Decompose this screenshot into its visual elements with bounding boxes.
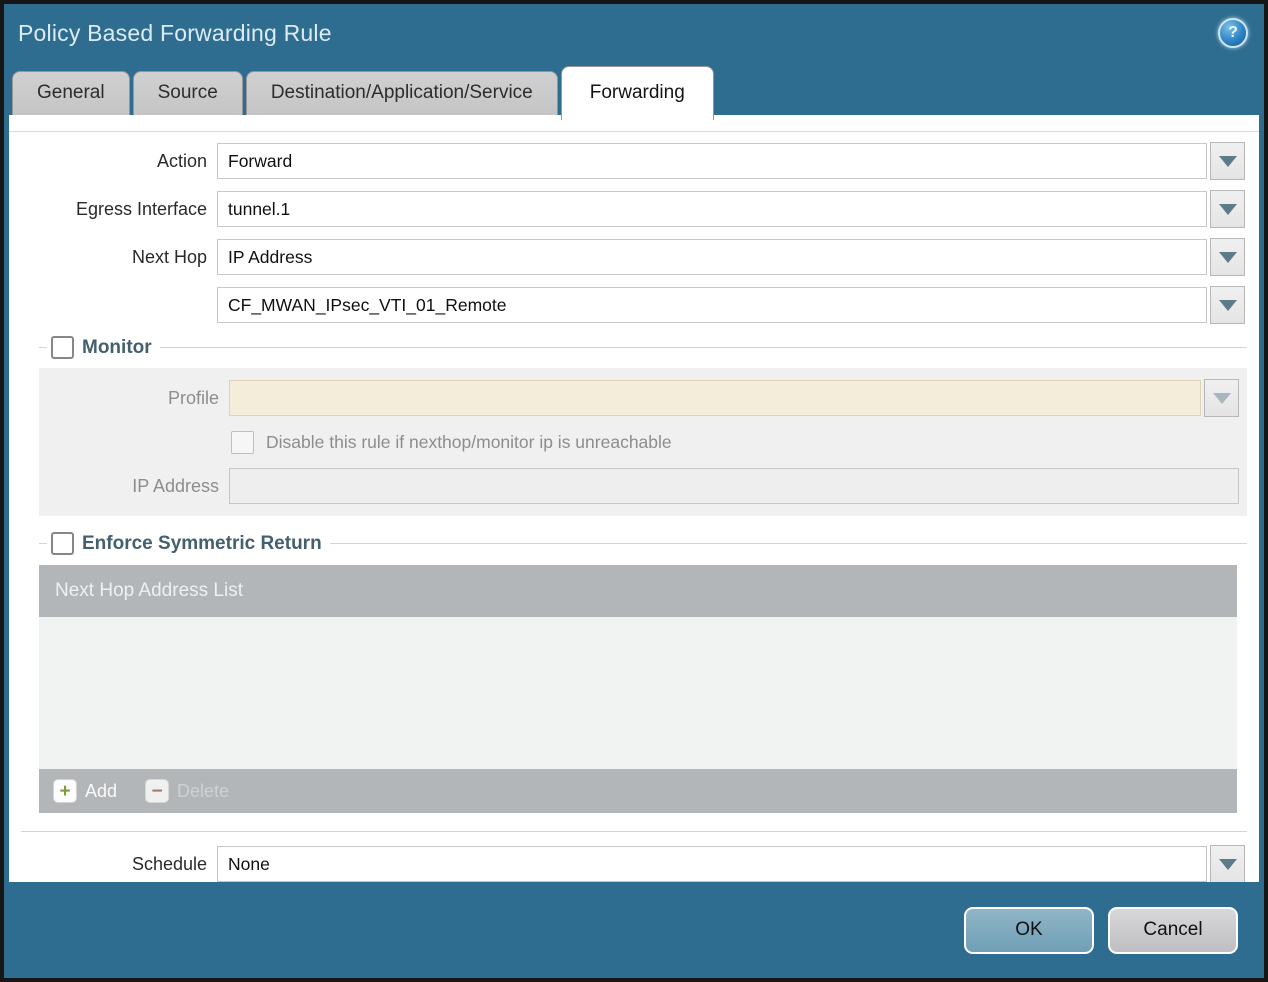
next-hop-address-list-body [39, 617, 1237, 769]
profile-label: Profile [167, 387, 219, 408]
chevron-down-icon [1218, 858, 1237, 870]
symmetric-return-fieldset: Enforce Symmetric Return Next Hop Addres… [39, 532, 1247, 813]
add-button-label: Add [85, 780, 118, 801]
schedule-label: Schedule [131, 853, 207, 874]
dialog-footer: OK Cancel [4, 882, 1264, 978]
next-hop-dropdown-button[interactable] [1210, 238, 1245, 276]
cancel-button[interactable]: Cancel [1108, 906, 1238, 954]
disable-rule-label: Disable this rule if nexthop/monitor ip … [266, 432, 672, 452]
egress-interface-select[interactable]: tunnel.1 [217, 191, 1207, 227]
profile-select [229, 380, 1201, 416]
next-hop-address-list-header: Next Hop Address List [39, 565, 1237, 617]
monitor-ip-row: IP Address [39, 468, 1239, 504]
enforce-symmetric-return-checkbox[interactable] [51, 532, 74, 555]
next-hop-address-dropdown-button[interactable] [1210, 286, 1245, 324]
minus-icon: − [145, 779, 170, 803]
monitor-legend: Monitor [82, 336, 152, 358]
monitor-fieldset: Monitor Profile Disable this rule if nex… [39, 336, 1247, 516]
chevron-down-icon [1218, 203, 1237, 215]
dialog-title: Policy Based Forwarding Rule [18, 19, 332, 46]
tab-strip: General Source Destination/Application/S… [4, 62, 1264, 120]
ok-button[interactable]: OK [964, 906, 1094, 954]
action-row: Action Forward [9, 142, 1245, 180]
egress-interface-label: Egress Interface [75, 198, 207, 219]
next-hop-address-row: CF_MWAN_IPsec_VTI_01_Remote [9, 286, 1245, 324]
monitor-legend-row: Monitor [39, 336, 1247, 359]
egress-interface-dropdown-button[interactable] [1210, 190, 1245, 228]
action-select[interactable]: Forward [217, 143, 1207, 179]
next-hop-label: Next Hop [131, 246, 207, 267]
plus-icon: + [53, 779, 77, 803]
dialog-titlebar: Policy Based Forwarding Rule ? [4, 4, 1264, 62]
add-button[interactable]: + Add [53, 779, 117, 803]
next-hop-address-list-table: Next Hop Address List + Add − Delete [39, 565, 1237, 813]
egress-interface-row: Egress Interface tunnel.1 [9, 190, 1245, 228]
schedule-row: Schedule None [9, 845, 1245, 882]
profile-row: Profile [39, 379, 1239, 417]
monitor-checkbox[interactable] [51, 336, 74, 359]
delete-button-label: Delete [177, 780, 230, 801]
symmetric-return-legend-row: Enforce Symmetric Return [39, 532, 1247, 555]
symmetric-return-legend: Enforce Symmetric Return [82, 532, 322, 554]
monitor-ip-label: IP Address [132, 475, 219, 496]
tab-source[interactable]: Source [132, 71, 243, 115]
schedule-select[interactable]: None [217, 846, 1207, 882]
next-hop-address-list-toolbar: + Add − Delete [39, 769, 1237, 813]
fieldset-bottom-border [21, 831, 1247, 832]
next-hop-row: Next Hop IP Address [9, 238, 1245, 276]
disable-rule-row: Disable this rule if nexthop/monitor ip … [39, 431, 1239, 454]
delete-button: − Delete [145, 779, 229, 803]
tab-general[interactable]: General [12, 71, 130, 115]
chevron-down-icon [1212, 392, 1231, 404]
help-icon[interactable]: ? [1218, 18, 1248, 48]
tab-forwarding[interactable]: Forwarding [560, 66, 714, 120]
next-hop-address-select[interactable]: CF_MWAN_IPsec_VTI_01_Remote [217, 287, 1207, 323]
policy-forwarding-dialog: Policy Based Forwarding Rule ? General S… [0, 0, 1268, 982]
chevron-down-icon [1218, 155, 1237, 167]
next-hop-type-select[interactable]: IP Address [217, 239, 1207, 275]
monitor-panel: Profile Disable this rule if nexthop/mon… [39, 368, 1247, 516]
action-dropdown-button[interactable] [1210, 142, 1245, 180]
chevron-down-icon [1218, 251, 1237, 263]
forwarding-tab-panel: Action Forward Egress Interface tunnel.1… [9, 115, 1259, 882]
monitor-ip-input [229, 468, 1239, 504]
chevron-down-icon [1218, 299, 1237, 311]
tab-destination-application-service[interactable]: Destination/Application/Service [245, 71, 558, 115]
disable-rule-checkbox [231, 431, 254, 454]
profile-dropdown-button [1204, 379, 1239, 417]
schedule-dropdown-button[interactable] [1210, 845, 1245, 882]
action-label: Action [156, 150, 207, 171]
